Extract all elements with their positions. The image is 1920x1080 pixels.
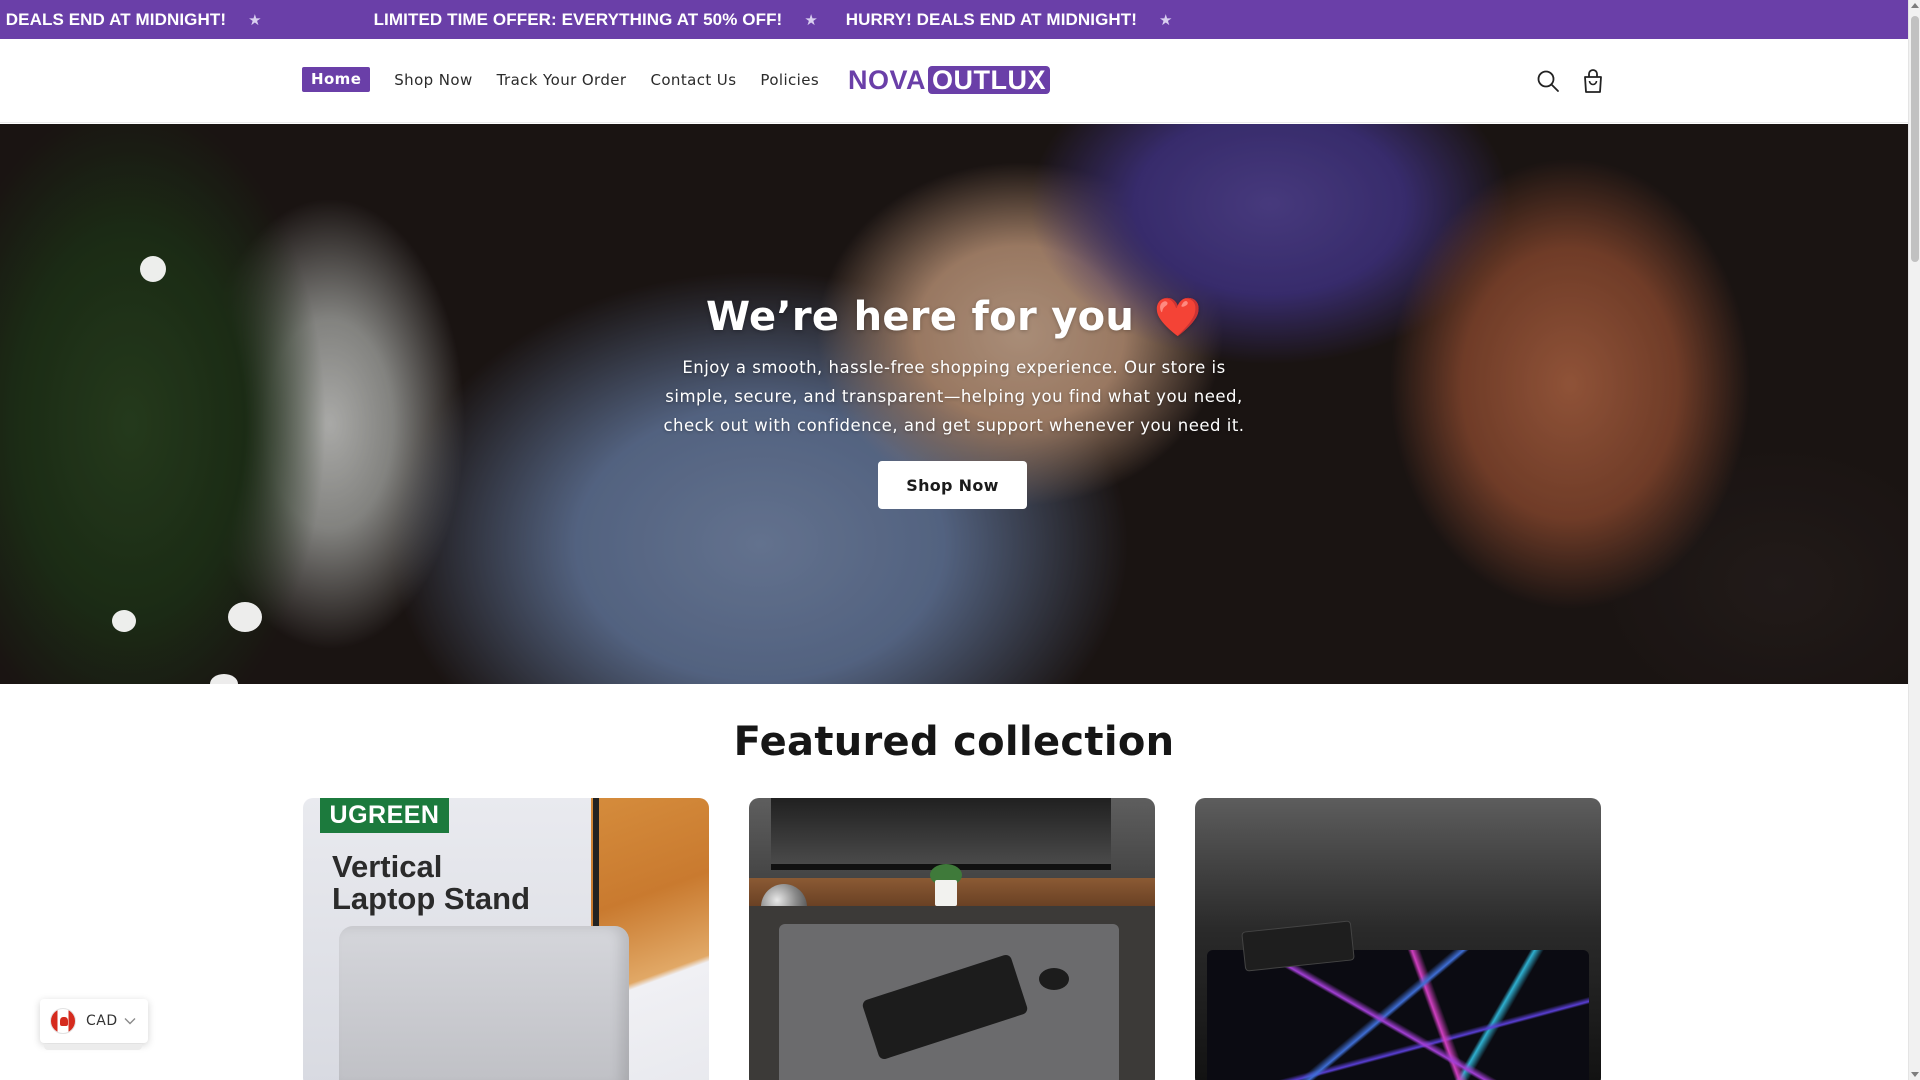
nav-item-track-order[interactable]: Track Your Order — [497, 71, 627, 89]
star-icon: ★ — [804, 10, 818, 29]
hero-title: We’re here for you ❤️ — [0, 294, 1908, 340]
mouse-image — [1039, 968, 1069, 990]
product-card[interactable] — [1195, 798, 1601, 1080]
plant-pot-image — [935, 880, 957, 906]
heart-icon: ❤️ — [1154, 295, 1202, 339]
shop-now-button[interactable]: Shop Now — [878, 461, 1027, 509]
bokeh-light — [140, 256, 166, 282]
currency-selector[interactable]: CAD — [40, 999, 148, 1043]
product-image-title-line: Laptop Stand — [332, 881, 531, 916]
star-icon: ★ — [248, 10, 262, 29]
currency-code: CAD — [86, 1013, 118, 1029]
canada-flag-icon — [50, 1008, 76, 1034]
hero-title-text: We’re here for you — [705, 294, 1135, 340]
bokeh-light — [228, 602, 262, 632]
announcement-message: LIMITED TIME OFFER: EVERYTHING AT 50% OF… — [373, 9, 783, 29]
announcement-track: RY! DEALS END AT MIDNIGHT! ★ LIMITED TIM… — [0, 0, 1201, 39]
nav-item-home[interactable]: Home — [302, 67, 371, 92]
nav-item-contact-us[interactable]: Contact Us — [650, 71, 736, 89]
product-image-title: Vertical Laptop Stand — [332, 851, 530, 915]
nav-item-shop-now[interactable]: Shop Now — [394, 71, 472, 89]
page-scrollbar[interactable] — [1908, 0, 1920, 1080]
hero-description: Enjoy a smooth, hassle-free shopping exp… — [663, 358, 1245, 435]
chevron-down-icon — [124, 1015, 136, 1028]
featured-collection-title: Featured collection — [733, 719, 1175, 765]
currency-selector-shadow — [44, 1044, 142, 1050]
bokeh-light — [112, 610, 136, 632]
site-logo[interactable]: NOVA OUTLUX — [848, 64, 1051, 95]
shopping-bag-icon[interactable] — [1580, 68, 1606, 94]
search-icon[interactable] — [1535, 68, 1561, 94]
star-icon: ★ — [1159, 10, 1173, 29]
logo-text-outlux: OUTLUX — [928, 66, 1051, 94]
announcement-bar: RY! DEALS END AT MIDNIGHT! ★ LIMITED TIM… — [0, 0, 1908, 39]
product-card[interactable] — [749, 798, 1155, 1080]
site-header: Home Shop Now Track Your Order Contact U… — [0, 39, 1908, 123]
nav-item-policies[interactable]: Policies — [760, 71, 819, 89]
main-nav: Home Shop Now Track Your Order Contact U… — [302, 67, 843, 92]
monitor-image — [771, 798, 1111, 870]
announcement-message: HURRY! DEALS END AT MIDNIGHT! — [845, 9, 1138, 29]
scroll-up-arrow-icon[interactable] — [1911, 3, 1919, 8]
product-card[interactable]: UGREEN Vertical Laptop Stand — [303, 798, 709, 1080]
scrollbar-thumb[interactable] — [1911, 16, 1919, 262]
brand-badge: UGREEN — [320, 798, 449, 833]
laptop-image — [339, 926, 629, 1080]
scroll-down-arrow-icon[interactable] — [1911, 1072, 1919, 1077]
announcement-message: RY! DEALS END AT MIDNIGHT! — [0, 9, 227, 29]
product-image-title-line: Vertical — [332, 849, 443, 884]
hero-banner: We’re here for you ❤️ Enjoy a smooth, ha… — [0, 124, 1908, 684]
logo-text-nova: NOVA — [848, 64, 927, 95]
